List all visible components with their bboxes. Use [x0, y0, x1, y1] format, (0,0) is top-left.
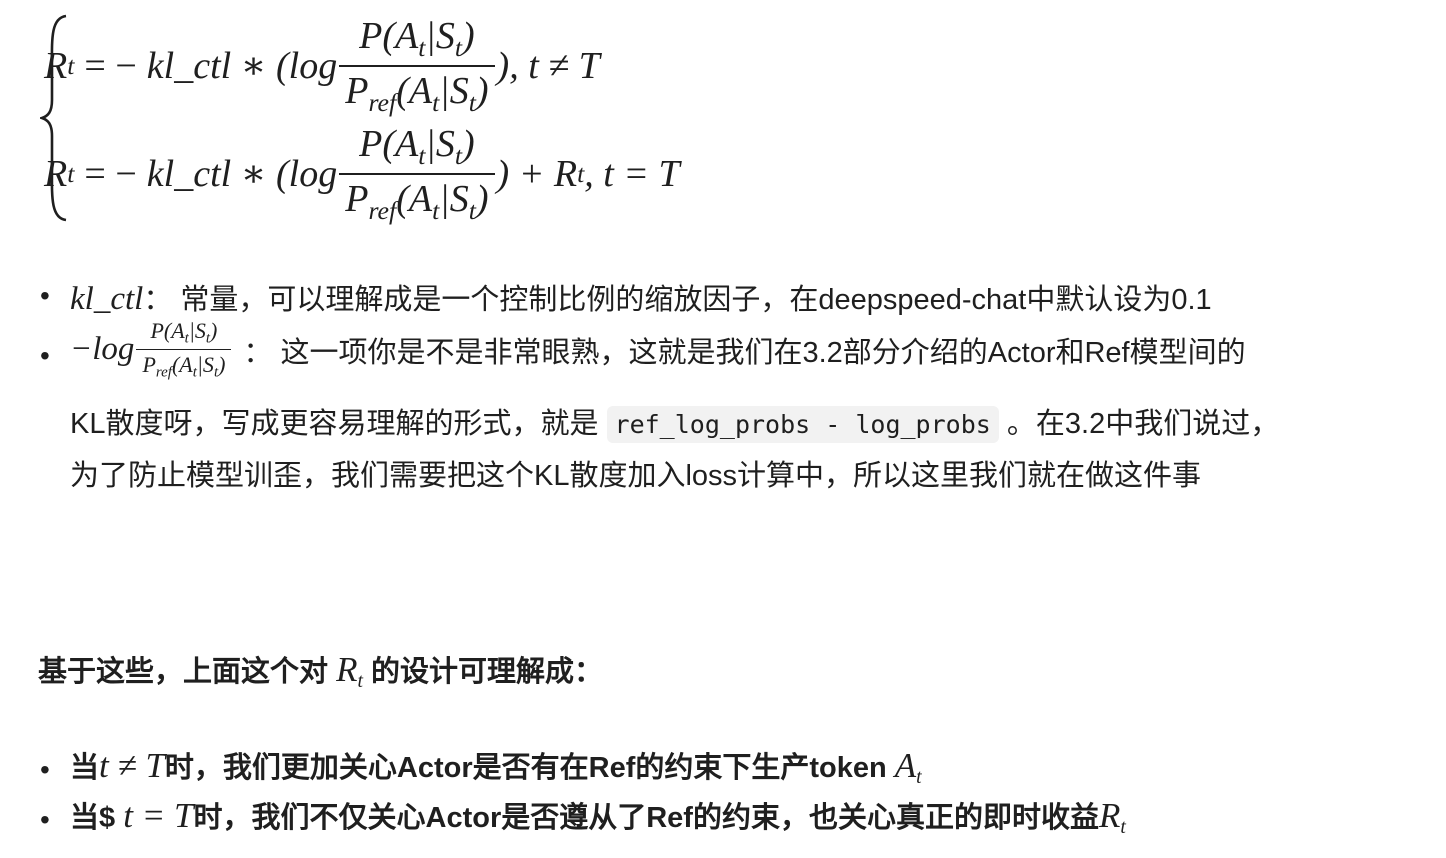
formula-case-2: Rt = − kl_ctl ∗ ( log P(At|St) Pref(At|S… [44, 122, 680, 226]
bullet-log-ratio-line-2: KL散度呀，写成更容易理解的形式，就是 ref_log_probs - log_… [70, 400, 1279, 443]
log-ratio-fraction: P(At|St) Pref(At|St) [136, 318, 232, 382]
point-t-not-T: 当t ≠ T时，我们更加关心Actor是否有在Ref的约束下生产token At [70, 746, 922, 788]
bullet-dot: • [40, 280, 50, 311]
point-t-equals-T: 当$ t = T时，我们不仅关心Actor是否遵从了Ref的约束，也关心真正的即… [70, 796, 1126, 838]
kl-ctl-description: ： 常量，可以理解成是一个控制比例的缩放因子，在deepspeed-chat中默… [143, 284, 1212, 316]
inline-code: ref_log_probs - log_probs [606, 406, 999, 443]
bullet-log-ratio-line-3: 为了防止模型训歪，我们需要把这个KL散度加入loss计算中，所以这里我们就在做这… [70, 460, 1202, 492]
bullet-dot: • [40, 754, 50, 785]
formula-case-1: Rt = − kl_ctl ∗ ( log P(At|St) Pref(At|S… [44, 14, 600, 118]
bullet-kl-ctl: kl_ctl： 常量，可以理解成是一个控制比例的缩放因子，在deepspeed-… [70, 276, 1212, 318]
formula-case-2-fraction: P(At|St) Pref(At|St) [339, 122, 495, 226]
bullet-log-ratio-line-1: −log P(At|St) Pref(At|St) ： 这一项你是不是非常眼熟，… [70, 318, 1246, 382]
summary-heading: 基于这些，上面这个对 Rt 的设计可理解成： [38, 650, 603, 692]
formula-case-1-fraction: P(At|St) Pref(At|St) [339, 14, 495, 118]
bullet-dot: • [40, 340, 50, 371]
kl-ctl-term: kl_ctl [70, 281, 144, 317]
bullet-dot: • [40, 804, 50, 835]
